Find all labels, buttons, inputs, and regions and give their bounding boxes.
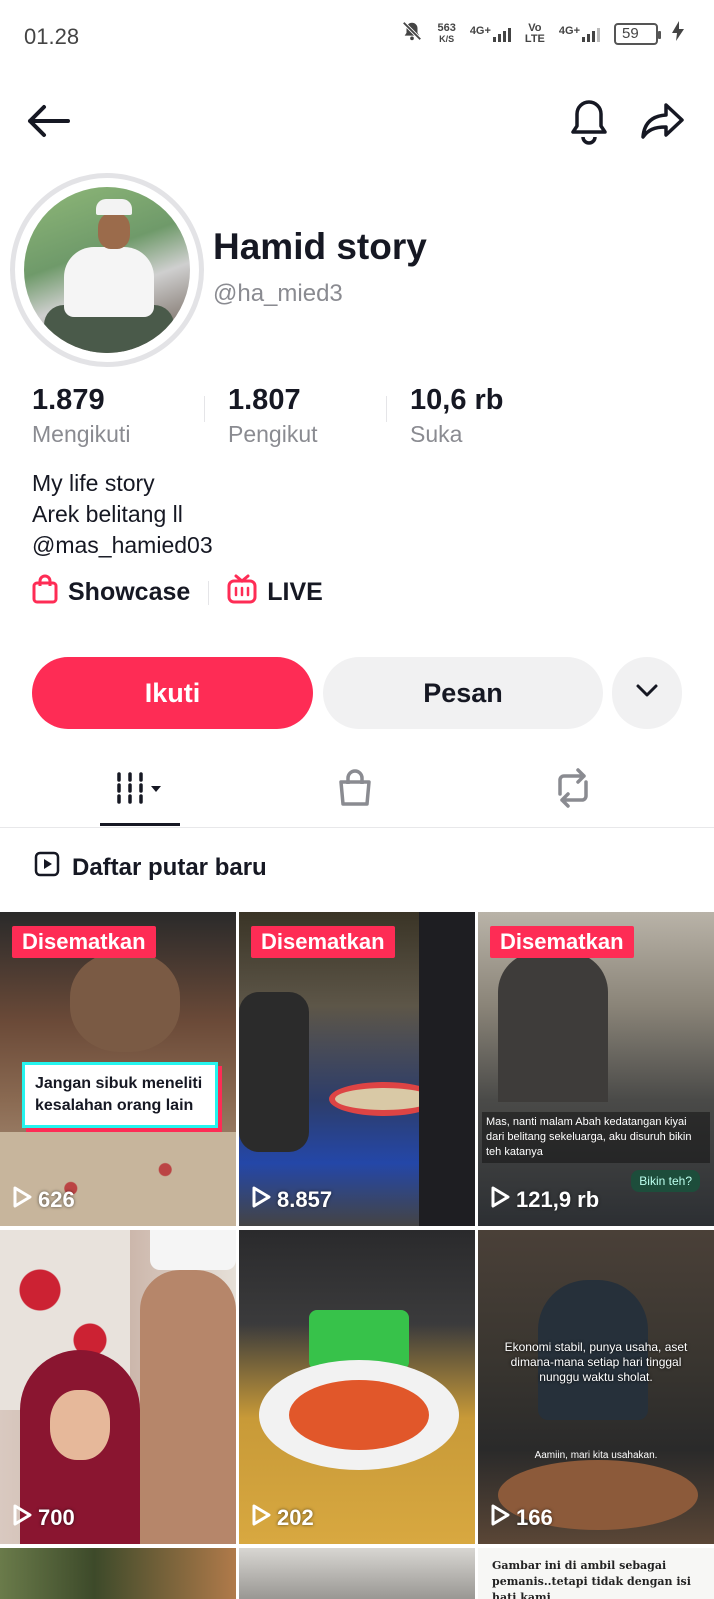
bio-mention-link[interactable]: @mas_hamied03 [32,530,213,561]
video-text-overlay: Gambar ini di ambil sebagai pemanis..tet… [492,1559,691,1599]
live-tv-icon [227,574,257,611]
bio: My life story Arek belitang ll @mas_hami… [32,468,213,561]
status-bar: 01.28 563 K/S 4G+ Vo LTE 4G+ 59 [0,0,714,72]
display-name: Hamid story [213,226,427,267]
pinned-badge: Disematkan [12,926,156,958]
pinned-badge: Disematkan [490,926,634,958]
message-button[interactable]: Pesan [323,657,603,729]
battery-indicator: 59 [614,22,661,45]
view-count: 121,9 rb [490,1186,599,1214]
video-grid-icon [113,770,167,811]
stat-likes[interactable]: 10,6 rb Suka [386,384,606,448]
back-button[interactable] [22,95,74,151]
play-icon [251,1504,271,1532]
live-label: LIVE [267,578,323,606]
notification-button[interactable] [563,95,615,151]
video-thumbnail[interactable] [0,1548,236,1599]
live-link[interactable]: LIVE [227,574,323,611]
stat-following[interactable]: 1.879 Mengikuti [32,384,228,448]
video-text-overlay-sub: Aamiin, mari kita usahakan. [534,1450,658,1461]
play-icon [12,1504,32,1532]
stat-value: 10,6 rb [410,384,504,416]
bio-line: Arek belitang ll [32,501,183,527]
content-tabs [0,752,714,828]
video-thumbnail[interactable]: Disematkan 8.857 [239,912,475,1226]
net-speed: 563 K/S [437,21,456,44]
chat-message-overlay: Mas, nanti malam Abah kedatangan kiyai d… [482,1112,710,1163]
bell-icon [568,97,610,150]
video-text-overlay: Ekonomi stabil, punya usaha, aset dimana… [504,1340,688,1384]
play-icon [490,1504,510,1532]
stat-label: Mengikuti [32,421,131,447]
playlist-label: Daftar putar baru [72,853,267,881]
bio-line: My life story [32,470,155,496]
repost-icon [552,767,594,813]
suggested-accounts-button[interactable] [612,657,682,729]
play-icon [251,1186,271,1214]
stat-value: 1.807 [228,384,301,416]
video-thumbnail[interactable]: Disematkan Jangan sibuk meneliti kesalah… [0,912,236,1226]
video-thumbnail[interactable] [239,1548,475,1599]
stat-value: 1.879 [32,384,105,416]
video-caption-overlay: Jangan sibuk meneliti kesalahan orang la… [22,1062,218,1128]
avatar [24,187,190,353]
username: @ha_mied3 [213,280,343,307]
tab-showcase[interactable] [315,752,395,828]
video-thumbnail[interactable]: Disematkan Mas, nanti malam Abah kedatan… [478,912,714,1226]
video-thumbnail[interactable]: 202 [239,1230,475,1544]
chevron-down-icon [635,683,659,704]
status-icons: 563 K/S 4G+ Vo LTE 4G+ 59 [401,20,684,47]
avatar-ring[interactable] [10,173,204,367]
active-tab-indicator [100,823,180,826]
stat-followers[interactable]: 1.807 Pengikut [204,384,410,448]
divider [208,580,210,605]
signal-2-icon: 4G+ [559,25,600,42]
tab-videos[interactable] [100,752,180,828]
view-count: 166 [490,1504,553,1532]
volte-indicator: Vo LTE [524,21,545,45]
showcase-link[interactable]: Showcase [32,574,190,611]
chat-reply-bubble: Bikin teh? [631,1170,700,1192]
top-navigation [0,95,714,151]
charging-icon [672,21,684,46]
video-thumbnail[interactable]: Gambar ini di ambil sebagai pemanis..tet… [478,1548,714,1599]
back-arrow-icon [26,103,70,144]
new-playlist-link[interactable]: Daftar putar baru [34,851,267,884]
profile-stats: 1.879 Mengikuti 1.807 Pengikut 10,6 rb S… [32,384,606,448]
signal-1-icon: 4G+ [470,25,511,42]
video-thumbnail[interactable]: Ekonomi stabil, punya usaha, aset dimana… [478,1230,714,1544]
clock: 01.28 [24,24,80,49]
share-button[interactable] [636,95,690,151]
mute-bell-icon [401,20,423,47]
shopping-bag-icon [336,768,374,813]
play-icon [490,1186,510,1214]
view-count: 8.857 [251,1186,332,1214]
stat-label: Pengikut [228,421,318,447]
stat-label: Suka [410,421,463,447]
pinned-badge: Disematkan [251,926,395,958]
video-thumbnail[interactable]: 700 [0,1230,236,1544]
playlist-play-icon [34,851,60,884]
showcase-label: Showcase [68,578,191,606]
share-arrow-icon [640,101,686,146]
view-count: 700 [12,1504,75,1532]
follow-button[interactable]: Ikuti [32,657,313,729]
view-count: 202 [251,1504,314,1532]
view-count: 626 [12,1186,75,1214]
tab-reposts[interactable] [533,752,613,828]
profile-links: Showcase LIVE [32,574,323,611]
shopping-bag-icon [32,574,58,611]
play-icon [12,1186,32,1214]
